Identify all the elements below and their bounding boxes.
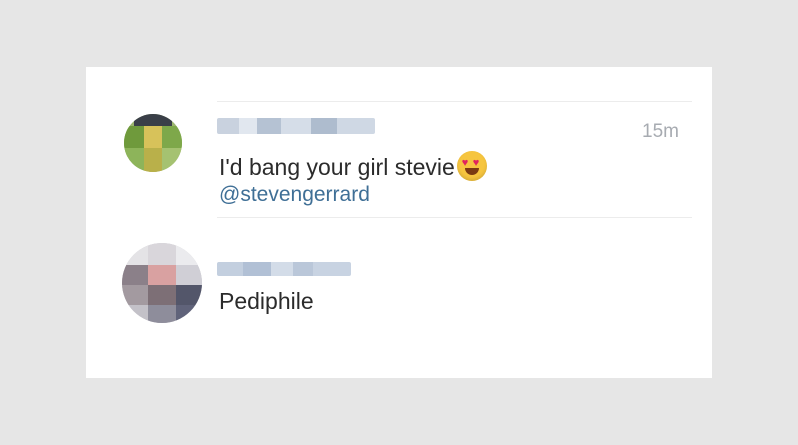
comment-text: I'd bang your girl stevie ♥ ♥	[219, 151, 487, 181]
avatar[interactable]	[124, 114, 182, 172]
divider	[217, 101, 692, 102]
comment-text: Pediphile	[219, 288, 314, 314]
comments-card: 15m I'd bang your girl stevie ♥ ♥ @steveng…	[86, 67, 712, 378]
timestamp: 15m	[642, 121, 679, 142]
avatar[interactable]	[122, 243, 202, 323]
comment-text-body: I'd bang your girl stevie	[219, 154, 455, 180]
heart-eyes-emoji-icon: ♥ ♥	[456, 151, 487, 181]
username-redacted[interactable]	[217, 262, 351, 276]
username-redacted[interactable]	[217, 118, 375, 134]
divider	[217, 217, 692, 218]
mention-link[interactable]: @stevengerrard	[219, 183, 370, 207]
